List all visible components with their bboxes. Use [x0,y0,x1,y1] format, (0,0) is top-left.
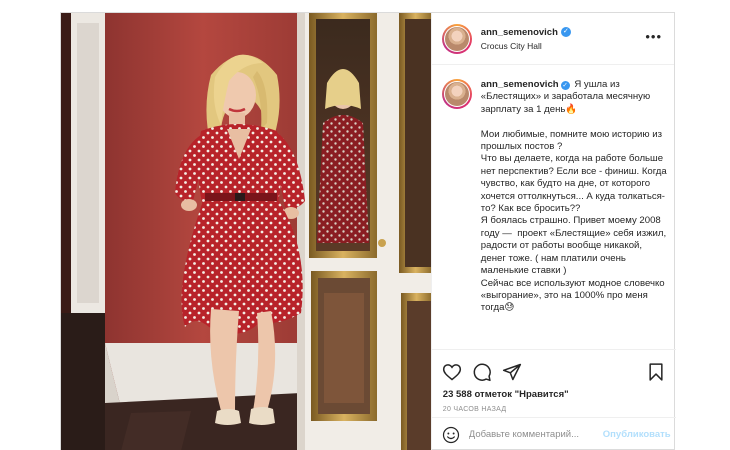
likes-count[interactable]: 23 588 отметок "Нравится" [443,389,569,400]
caption-text-container: ann_semenovich ✓ Я ушла из «Блестящих» и … [481,79,667,359]
verified-badge-icon: ✓ [560,27,571,37]
comment-bubble-icon[interactable] [472,362,492,382]
caption-verified-badge-icon: ✓ [560,81,570,90]
bookmark-icon[interactable] [646,362,666,382]
publish-button[interactable]: Опубликовать [603,429,671,440]
instagram-post: ann_semenovich ✓ Crocus City Hall ••• an… [60,12,676,450]
caption-block: ann_semenovich ✓ Я ушла из «Блестящих» и … [441,79,670,359]
smiley-icon[interactable] [442,426,460,444]
post-timestamp[interactable]: 20 ЧАСОВ НАЗАД [443,406,507,413]
caption-text: Я ушла из «Блестящих» и заработала месяч… [480,79,667,314]
action-bar [431,349,676,389]
photo-illustration [61,13,431,450]
author-avatar[interactable] [441,23,472,54]
post-header: ann_semenovich ✓ Crocus City Hall ••• [431,13,674,65]
paper-plane-icon[interactable] [502,362,522,382]
comment-bar: Опубликовать [431,417,676,450]
more-dots-icon[interactable]: ••• [645,30,662,43]
post-photo[interactable] [61,13,431,450]
caption-author-avatar[interactable] [441,79,472,109]
comment-input[interactable] [468,429,601,440]
heart-icon[interactable] [442,362,462,382]
post-side-panel: ann_semenovich ✓ Crocus City Hall ••• an… [430,13,676,450]
author-username[interactable]: ann_semenovich [481,27,558,38]
post-location[interactable]: Crocus City Hall [481,41,571,51]
caption-username[interactable]: ann_semenovich [481,79,559,90]
